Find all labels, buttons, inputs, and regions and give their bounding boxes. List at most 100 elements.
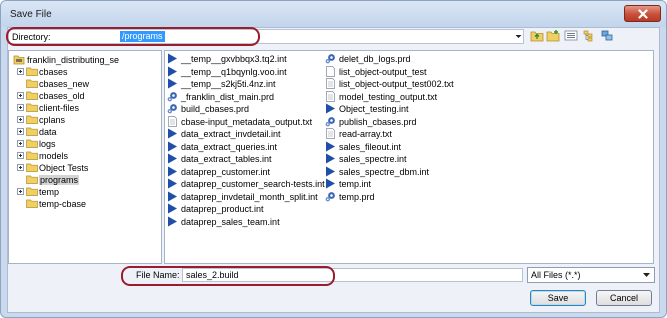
close-icon bbox=[638, 9, 648, 19]
tree-item-label: programs bbox=[39, 175, 80, 185]
program-arrow-icon bbox=[168, 166, 177, 176]
program-arrow-icon bbox=[168, 216, 177, 226]
expand-icon[interactable] bbox=[17, 164, 24, 171]
expand-icon[interactable] bbox=[17, 152, 24, 159]
file-name: dataprep_sales_team.int bbox=[181, 216, 280, 227]
file-name: delet_db_logs.prd bbox=[339, 54, 411, 64]
file-name: cbase-input_metadata_output.txt bbox=[181, 116, 313, 127]
file-name: data_extract_invdetail.int bbox=[181, 129, 281, 139]
title-bar[interactable]: Save File bbox=[1, 1, 666, 27]
file-name: sales_spectre.int bbox=[339, 154, 407, 164]
blank-file-icon bbox=[326, 65, 335, 77]
program-arrow-icon bbox=[326, 103, 335, 114]
file-name: temp.prd bbox=[339, 191, 375, 202]
program-arrow-icon bbox=[168, 78, 177, 89]
folder-icon bbox=[26, 187, 38, 196]
tree-item-label: temp-cbase bbox=[39, 199, 87, 209]
tree-item-label: Object Tests bbox=[39, 163, 89, 173]
file-list[interactable]: __temp__gxvbbqx3.tq2.int __temp__q1bqynlg… bbox=[164, 50, 654, 264]
file-name: __temp__s2kj5ti.4nz.int bbox=[181, 79, 276, 89]
file-name: list_object-output_test bbox=[339, 66, 427, 77]
tree-item-label: cbases bbox=[39, 67, 68, 77]
text-file-icon bbox=[326, 90, 335, 102]
expand-icon[interactable] bbox=[17, 104, 24, 111]
folder-icon bbox=[26, 91, 38, 100]
tree-item-label: data bbox=[39, 127, 57, 137]
file-name: __temp__gxvbbqx3.tq2.int bbox=[181, 54, 287, 64]
gear-icon bbox=[167, 104, 177, 114]
tree-item-label: logs bbox=[39, 139, 56, 149]
tree-item-label: cbases_new bbox=[39, 79, 90, 89]
directory-dropdown-arrow[interactable] bbox=[513, 29, 524, 44]
expand-icon[interactable] bbox=[17, 68, 24, 75]
folder-icon bbox=[26, 103, 38, 112]
folder-icon bbox=[26, 67, 38, 76]
file-name: sales_fileout.int bbox=[339, 141, 402, 152]
details-view-icon[interactable] bbox=[582, 29, 596, 42]
directory-highlight bbox=[6, 27, 260, 46]
file-name: build_cbases.prd bbox=[181, 104, 250, 114]
program-arrow-icon bbox=[168, 178, 177, 189]
text-file-icon bbox=[326, 128, 335, 139]
folder-icon bbox=[26, 151, 38, 160]
file-name: publish_cbases.prd bbox=[339, 116, 417, 127]
folder-icon bbox=[26, 175, 38, 184]
network-icon[interactable] bbox=[600, 29, 614, 42]
save-button[interactable]: Save bbox=[530, 290, 586, 306]
program-arrow-icon bbox=[168, 153, 177, 164]
tree-item-label: cbases_old bbox=[39, 91, 85, 101]
folder-icon bbox=[26, 115, 38, 124]
gear-icon bbox=[325, 116, 335, 126]
file-name: data_extract_tables.int bbox=[181, 154, 272, 164]
file-name: dataprep_invdetail_month_split.int bbox=[181, 191, 318, 202]
new-folder-icon[interactable] bbox=[546, 29, 560, 42]
program-arrow-icon bbox=[326, 141, 335, 151]
folder-icon bbox=[26, 199, 38, 208]
program-arrow-icon bbox=[326, 153, 335, 164]
text-file-icon bbox=[326, 78, 335, 89]
folder-icon bbox=[26, 127, 38, 136]
server-folder-icon bbox=[13, 55, 25, 65]
expand-icon[interactable] bbox=[17, 116, 24, 123]
file-type-select[interactable]: All Files (*.*) bbox=[527, 267, 655, 283]
expand-icon[interactable] bbox=[17, 92, 24, 99]
file-name: Object_testing.int bbox=[339, 104, 409, 114]
gear-icon bbox=[325, 191, 335, 201]
file-name: list_object-output_test002.txt bbox=[339, 79, 454, 89]
gear-icon bbox=[325, 54, 335, 64]
file-name: temp.int bbox=[339, 179, 372, 189]
folder-icon bbox=[26, 139, 38, 148]
folder-tree[interactable]: franklin_distributing_se cbases cbases_ne… bbox=[8, 50, 162, 264]
close-button[interactable] bbox=[624, 5, 661, 22]
program-arrow-icon bbox=[326, 166, 335, 176]
folder-up-icon[interactable] bbox=[530, 29, 544, 42]
expand-icon[interactable] bbox=[17, 140, 24, 147]
program-arrow-icon bbox=[168, 128, 177, 139]
file-name: dataprep_customer_search-tests.int bbox=[181, 179, 325, 189]
tree-item-label: models bbox=[39, 151, 69, 161]
cancel-button[interactable]: Cancel bbox=[596, 290, 652, 306]
program-arrow-icon bbox=[168, 53, 177, 64]
file-name: read-array.txt bbox=[339, 129, 392, 139]
program-arrow-icon bbox=[168, 141, 177, 151]
window-title: Save File bbox=[10, 9, 52, 20]
text-file-icon bbox=[168, 115, 177, 127]
file-name: dataprep_customer.int bbox=[181, 166, 271, 177]
folder-icon bbox=[26, 163, 38, 172]
expand-icon[interactable] bbox=[17, 128, 24, 135]
tree-item-label: cplans bbox=[39, 115, 66, 125]
file-name: __temp__q1bqynlg.voo.int bbox=[181, 66, 287, 77]
file-name: model_testing_output.txt bbox=[339, 91, 438, 102]
program-arrow-icon bbox=[168, 191, 177, 201]
file-name: dataprep_product.int bbox=[181, 204, 264, 214]
gear-icon bbox=[167, 91, 177, 101]
list-view-icon[interactable] bbox=[564, 29, 578, 42]
tree-item-label: temp bbox=[39, 187, 60, 197]
file-name-highlight bbox=[121, 266, 335, 286]
expand-icon[interactable] bbox=[17, 188, 24, 195]
file-name: data_extract_queries.int bbox=[181, 141, 278, 152]
program-arrow-icon bbox=[168, 203, 177, 214]
file-name: sales_spectre_dbm.int bbox=[339, 166, 430, 177]
program-arrow-icon bbox=[168, 66, 177, 76]
program-arrow-icon bbox=[326, 178, 335, 189]
